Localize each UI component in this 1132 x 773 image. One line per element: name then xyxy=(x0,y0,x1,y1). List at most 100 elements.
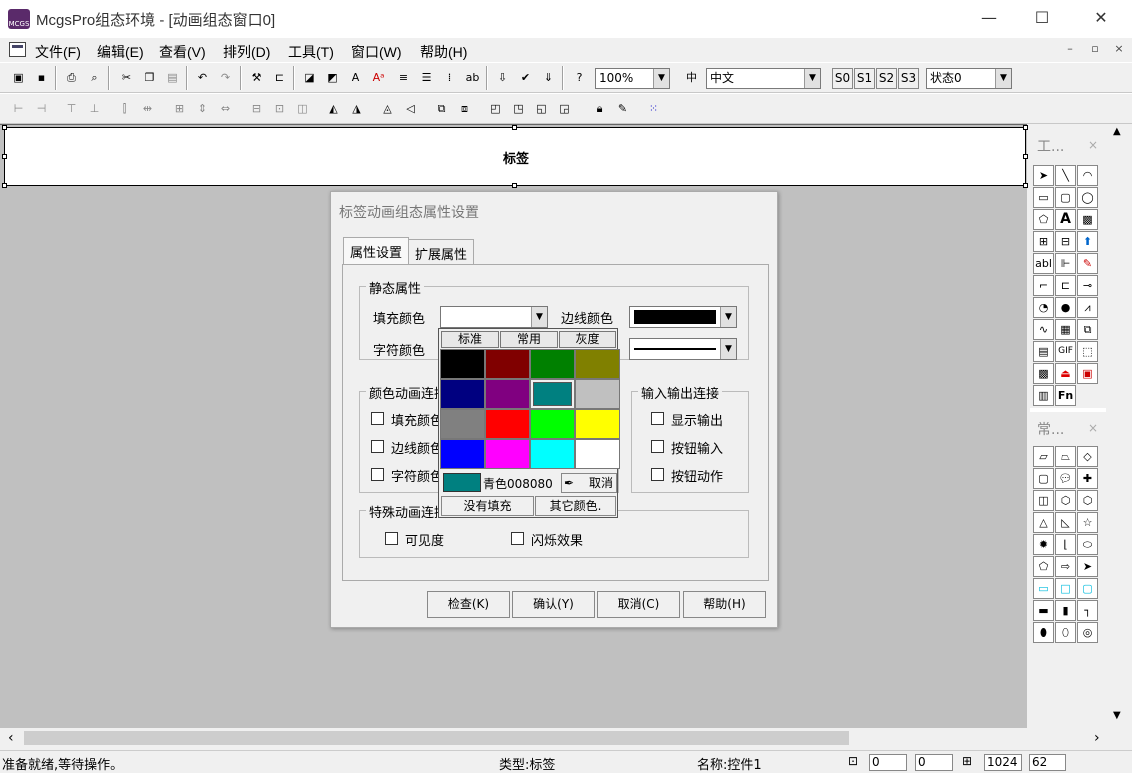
color-swatch[interactable] xyxy=(440,379,485,409)
color-swatch[interactable] xyxy=(530,439,575,469)
callout-icon[interactable]: 💬︎ xyxy=(1055,468,1076,489)
cut-icon[interactable]: ✂ xyxy=(116,67,137,88)
label-control[interactable]: 标签 xyxy=(4,127,1026,186)
color-swatch[interactable] xyxy=(575,379,620,409)
help-icon[interactable]: ? xyxy=(569,67,590,88)
download-icon[interactable]: ⇓ xyxy=(538,67,559,88)
save-element-icon[interactable]: ⊟ xyxy=(1055,231,1076,252)
color-swatch[interactable] xyxy=(485,439,530,469)
indicator-icon[interactable]: ● xyxy=(1055,297,1076,318)
fill-color-select[interactable]: ▼ xyxy=(440,306,548,328)
mdi-close-button[interactable]: × xyxy=(1111,42,1127,58)
pipe-elbow-icon[interactable]: ┐ xyxy=(1077,600,1098,621)
state-select[interactable]: 状态0 ▼ xyxy=(926,68,1012,89)
space-h-icon[interactable]: ⊟ xyxy=(246,98,267,119)
backward-icon[interactable]: ◲ xyxy=(554,98,575,119)
equal-height-icon[interactable]: ⇹ xyxy=(137,98,158,119)
no-fill-button[interactable]: 没有填充 xyxy=(441,496,534,516)
color-swatch[interactable] xyxy=(485,349,530,379)
alarm-icon[interactable]: ⏏ xyxy=(1055,363,1076,384)
align-bottom-icon[interactable]: ⊥ xyxy=(84,98,105,119)
fill-color-checkbox[interactable] xyxy=(371,412,384,425)
check-icon[interactable]: ✔ xyxy=(515,67,536,88)
lock-icon[interactable]: 🔒︎ xyxy=(589,98,610,119)
cylinder-icon[interactable]: ⬭ xyxy=(1077,534,1098,555)
tag-shape-icon[interactable]: ⬡ xyxy=(1055,490,1076,511)
line-color-icon[interactable]: ◩ xyxy=(322,67,343,88)
star-icon[interactable]: ☆ xyxy=(1077,512,1098,533)
confirm-button[interactable]: 确认(Y) xyxy=(512,591,595,618)
valve-icon[interactable]: ⬮ xyxy=(1033,622,1054,643)
layers-icon[interactable]: ⧉ xyxy=(1077,319,1098,340)
blink-checkbox[interactable] xyxy=(511,532,524,545)
button-input-checkbox[interactable] xyxy=(651,440,664,453)
check-button[interactable]: 检查(K) xyxy=(427,591,510,618)
copy-icon[interactable]: ❐ xyxy=(139,67,160,88)
undo-icon[interactable]: ↶ xyxy=(192,67,213,88)
report-icon[interactable]: ▤ xyxy=(1033,341,1054,362)
arc-tool-icon[interactable]: ◠ xyxy=(1077,165,1098,186)
horizontal-scrollbar[interactable]: ‹ › xyxy=(0,728,1132,748)
pipe-h-icon[interactable]: ▬ xyxy=(1033,600,1054,621)
resize-handle[interactable] xyxy=(512,183,517,188)
bring-front-icon[interactable]: ◰ xyxy=(485,98,506,119)
trapezoid-icon[interactable]: ⏢ xyxy=(1055,446,1076,467)
insert-element-icon[interactable]: ⊞ xyxy=(1033,231,1054,252)
color-swatch[interactable] xyxy=(440,349,485,379)
border-color-select[interactable]: ▼ xyxy=(629,306,737,328)
resize-handle[interactable] xyxy=(1023,154,1028,159)
resize-handle[interactable] xyxy=(1023,125,1028,130)
cancel-button[interactable]: 取消(C) xyxy=(597,591,680,618)
center-both-icon[interactable]: ⇔ xyxy=(215,98,236,119)
resize-handle[interactable] xyxy=(1023,183,1028,188)
print-preview-icon[interactable]: ⌕ xyxy=(84,67,105,88)
pipe-v-icon[interactable]: ▮ xyxy=(1055,600,1076,621)
resize-handle[interactable] xyxy=(2,183,7,188)
polygon-tool-icon[interactable]: ⬠ xyxy=(1033,209,1054,230)
palette-tab-common[interactable]: 常用 xyxy=(500,331,558,348)
vertical-scrollbar[interactable]: ▲ ▼ xyxy=(1106,124,1132,728)
arrowhead-icon[interactable]: ➤ xyxy=(1077,556,1098,577)
zoom-select[interactable]: 100% ▼ xyxy=(595,68,670,89)
pentagon-arrow-icon[interactable]: ⬠ xyxy=(1033,556,1054,577)
palette-tab-standard[interactable]: 标准 xyxy=(441,331,499,348)
fill-color-icon[interactable]: ◪ xyxy=(299,67,320,88)
qr-code-icon[interactable]: ▩ xyxy=(1033,363,1054,384)
common-panel-close-icon[interactable]: × xyxy=(1088,421,1098,435)
form-icon[interactable]: ▥ xyxy=(1033,385,1054,406)
paste-icon[interactable]: ▤ xyxy=(162,67,183,88)
color-swatch[interactable] xyxy=(485,379,530,409)
rounded-rect-tool-icon[interactable]: ▢ xyxy=(1055,187,1076,208)
step-shape-icon[interactable]: ⌊ xyxy=(1055,534,1076,555)
save-as-icon[interactable]: ⇩ xyxy=(492,67,513,88)
triangle-icon[interactable]: △ xyxy=(1033,512,1054,533)
state-s3-button[interactable]: S3 xyxy=(898,68,919,89)
flip-v-icon[interactable]: ◁ xyxy=(400,98,421,119)
arrow-right-icon[interactable]: ⇨ xyxy=(1055,556,1076,577)
grid-icon[interactable]: ⁞ xyxy=(439,67,460,88)
mdi-minimize-button[interactable]: – xyxy=(1062,42,1078,58)
help-button[interactable]: 帮助(H) xyxy=(683,591,766,618)
state-s2-button[interactable]: S2 xyxy=(876,68,897,89)
poly-line-icon[interactable]: ⊏ xyxy=(1055,275,1076,296)
gauge-icon[interactable]: ◔ xyxy=(1033,297,1054,318)
align-icon[interactable]: ⊏ xyxy=(269,67,290,88)
resize-handle[interactable] xyxy=(2,125,7,130)
display-output-checkbox[interactable] xyxy=(651,412,664,425)
diamond-icon[interactable]: ◇ xyxy=(1077,446,1098,467)
rounded-shape-icon[interactable]: ▢ xyxy=(1033,468,1054,489)
trend-chart-icon[interactable]: ⩘ xyxy=(1077,297,1098,318)
print-icon[interactable]: ⎙ xyxy=(61,67,82,88)
color-swatch[interactable] xyxy=(575,349,620,379)
mdi-restore-button[interactable]: ▫ xyxy=(1087,42,1103,58)
frame-icon[interactable]: ⬚ xyxy=(1077,341,1098,362)
scroll-left-icon[interactable]: ‹ xyxy=(8,730,14,746)
cross-shape-icon[interactable]: ✚ xyxy=(1077,468,1098,489)
visibility-checkbox[interactable] xyxy=(385,532,398,545)
slider-icon[interactable]: ⊩ xyxy=(1055,253,1076,274)
palette-cancel-button[interactable]: ✒ 取消 xyxy=(561,473,617,493)
menu-view[interactable]: 查看(V) xyxy=(159,42,206,62)
table-icon[interactable]: ▦ xyxy=(1055,319,1076,340)
menu-edit[interactable]: 编辑(E) xyxy=(97,42,144,62)
curve-icon[interactable]: ∿ xyxy=(1033,319,1054,340)
